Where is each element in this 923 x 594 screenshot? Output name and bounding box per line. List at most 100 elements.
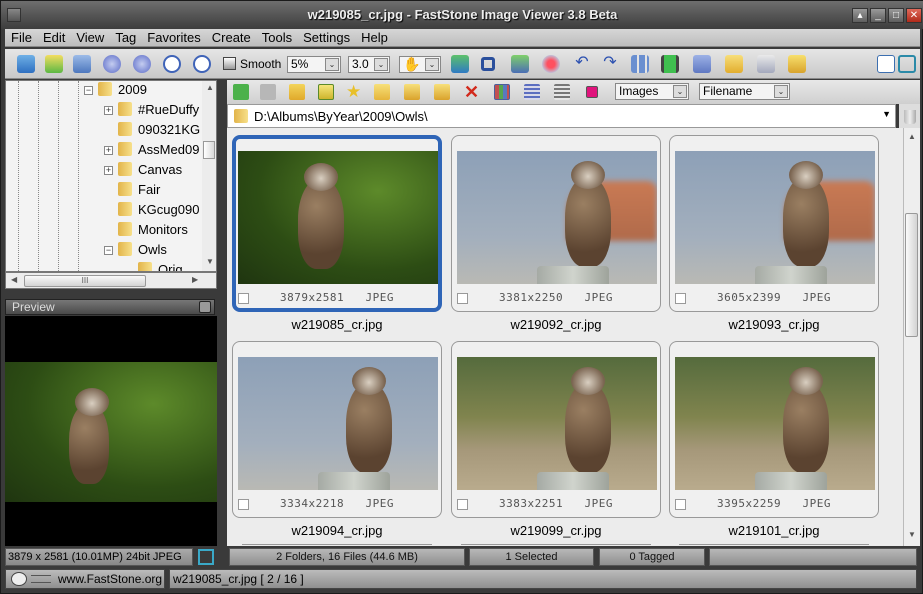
fit-preview-icon[interactable] (198, 549, 214, 565)
slideshow-icon[interactable] (661, 55, 679, 73)
scroll-down-arrow-icon[interactable]: ▼ (206, 257, 214, 266)
up-folder-icon[interactable] (289, 84, 305, 100)
crop-icon[interactable] (481, 57, 495, 71)
thumbnail-card[interactable]: 3395x2259 JPEG (669, 341, 879, 518)
zoom-step-select[interactable]: 3.0 ⌄ (348, 56, 390, 73)
chevron-down-icon[interactable]: ⌄ (673, 85, 687, 98)
collapse-icon[interactable]: − (84, 86, 93, 95)
menu-file[interactable]: File (5, 29, 37, 45)
thumbnail-card[interactable]: 3334x2218 JPEG (232, 341, 442, 518)
smooth-checkbox[interactable] (223, 57, 236, 70)
preview-pin-icon[interactable] (199, 301, 211, 313)
tree-item[interactable]: #RueDuffy (118, 100, 199, 120)
refresh-icon[interactable] (318, 84, 334, 100)
favorites-icon[interactable]: ★ (346, 83, 362, 100)
tree-item[interactable]: Orig (138, 260, 183, 271)
zoom-out-icon[interactable] (193, 55, 211, 73)
expand-icon[interactable]: + (104, 166, 113, 175)
scroll-up-arrow-icon[interactable]: ▲ (206, 83, 214, 92)
chevron-down-icon[interactable]: ⌄ (325, 58, 339, 71)
tree-item[interactable]: Monitors (118, 220, 188, 240)
tree-item[interactable]: Fair (118, 180, 160, 200)
move-to-icon[interactable] (434, 84, 450, 100)
tree-item[interactable]: KGcug090 (118, 200, 199, 220)
draw-text-icon[interactable] (511, 55, 529, 73)
thumbnail-card[interactable]: 3383x2251 JPEG (451, 341, 661, 518)
chevron-down-icon[interactable]: ⌄ (774, 85, 788, 98)
thumbnail-image[interactable] (238, 151, 438, 284)
minimize-button[interactable]: _ (870, 8, 886, 23)
tree-scroll-thumb[interactable] (203, 141, 215, 159)
list-view-icon[interactable] (554, 84, 570, 100)
menu-create[interactable]: Create (206, 29, 256, 45)
thumbnail-grid[interactable]: 3879x2581 JPEG w219085_cr.jpg 3381x2250 JP… (227, 128, 903, 546)
thumbnail-filename[interactable]: w219101_cr.jpg (669, 523, 879, 538)
menu-tag[interactable]: Tag (109, 29, 141, 45)
save-icon[interactable] (73, 55, 91, 73)
rotate-right-icon[interactable]: ↷ (601, 55, 619, 73)
tree-hscroll-thumb[interactable]: III (24, 275, 146, 287)
thumbnail-image[interactable] (238, 357, 438, 490)
title-bar[interactable]: w219085_cr.jpg - FastStone Image Viewer … (1, 1, 923, 29)
thumbnail-card[interactable]: 3605x2399 JPEG (669, 135, 879, 312)
close-button[interactable]: ✕ (906, 8, 922, 23)
thumbnail-card[interactable]: 3381x2250 JPEG (451, 135, 661, 312)
thumbnail-view-icon[interactable] (494, 84, 510, 100)
chevron-down-icon[interactable]: ⌄ (425, 58, 439, 71)
path-dropdown-icon[interactable]: ▼ (882, 109, 891, 119)
menu-favorites[interactable]: Favorites (141, 29, 205, 45)
copy-to-icon[interactable] (404, 84, 420, 100)
sort-select[interactable]: Filename ⌄ (699, 83, 790, 100)
thumbnail-filename[interactable]: w219094_cr.jpg (232, 523, 442, 538)
thumbnail-card[interactable]: 3879x2581 JPEG (232, 135, 442, 312)
back-icon[interactable] (233, 84, 249, 100)
grid-vertical-scrollbar[interactable]: ▲ ▼ (903, 128, 920, 546)
tree-item[interactable]: 2009 (98, 81, 147, 100)
color-label-icon[interactable] (586, 86, 598, 98)
previous-icon[interactable] (103, 55, 121, 73)
chevron-down-icon[interactable]: ⌄ (374, 58, 388, 71)
thumbnail-filename[interactable]: w219093_cr.jpg (669, 317, 879, 332)
zoom-select[interactable]: 5% ⌄ (287, 56, 341, 73)
open-icon[interactable] (17, 55, 35, 73)
favorite-tag-icon[interactable] (788, 55, 806, 73)
delete-icon[interactable]: ✕ (464, 83, 480, 101)
new-folder-icon[interactable] (374, 84, 390, 100)
red-eye-icon[interactable] (542, 55, 560, 73)
menu-view[interactable]: View (70, 29, 109, 45)
fullscreen-monitor-icon[interactable] (693, 55, 711, 73)
recycle-bin-icon[interactable] (899, 104, 920, 128)
thumbnail-filename[interactable]: w219085_cr.jpg (232, 317, 442, 332)
scroll-up-arrow-icon[interactable]: ▲ (908, 132, 916, 141)
forward-icon[interactable] (260, 84, 276, 100)
menu-edit[interactable]: Edit (37, 29, 70, 45)
menu-settings[interactable]: Settings (297, 29, 355, 45)
collapse-icon[interactable]: − (104, 246, 113, 255)
rotate-left-icon[interactable]: ↶ (573, 55, 591, 73)
website-link[interactable]: www.FastStone.org (5, 569, 165, 589)
scroll-left-arrow-icon[interactable]: ◀ (11, 275, 17, 284)
tree-item[interactable]: Canvas (118, 160, 182, 180)
menu-help[interactable]: Help (355, 29, 393, 45)
hand-tool-select[interactable]: ✋ ⌄ (399, 56, 441, 73)
resize-icon[interactable] (451, 55, 469, 73)
tree-vertical-scrollbar[interactable]: ▲ ▼ (202, 81, 216, 271)
thumbnail-filename[interactable]: w219092_cr.jpg (451, 317, 661, 332)
thumbnails-icon[interactable] (631, 55, 649, 73)
layout-icon[interactable] (877, 55, 895, 73)
grid-scroll-thumb[interactable] (905, 213, 918, 337)
fit-window-icon[interactable] (898, 55, 916, 73)
filter-select[interactable]: Images ⌄ (615, 83, 689, 100)
zoom-in-icon[interactable] (163, 55, 181, 73)
email-icon[interactable] (725, 55, 743, 73)
thumbnail-image[interactable] (457, 357, 657, 490)
menu-tools[interactable]: Tools (256, 29, 297, 45)
details-view-icon[interactable] (524, 84, 540, 100)
tree-item[interactable]: AssMed09 (118, 140, 199, 160)
scroll-right-arrow-icon[interactable]: ▶ (192, 275, 198, 284)
restore-up-button[interactable]: ▴ (852, 8, 868, 23)
tree-item[interactable]: 090321KG (118, 120, 200, 140)
path-combobox[interactable]: D:\Albums\ByYear\2009\Owls\ ▼ (227, 104, 896, 128)
tree-item[interactable]: Owls (118, 240, 167, 260)
path-input[interactable]: D:\Albums\ByYear\2009\Owls\ (254, 109, 428, 124)
